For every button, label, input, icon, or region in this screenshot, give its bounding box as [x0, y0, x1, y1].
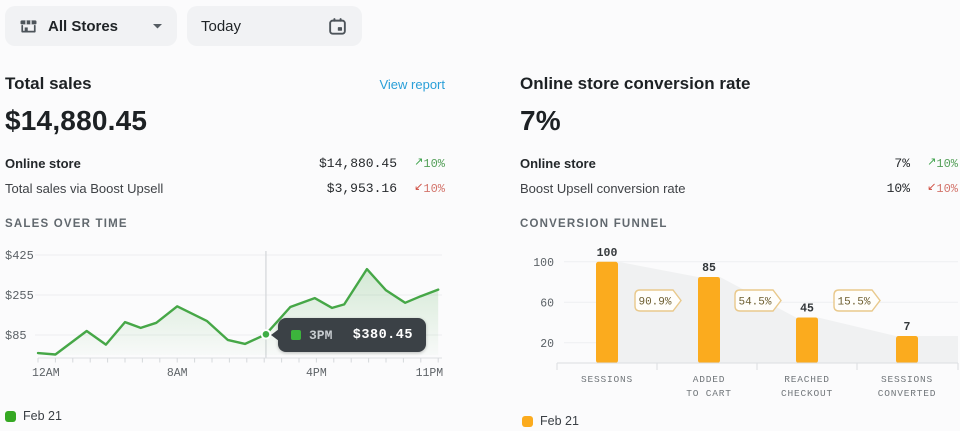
legend-label: Feb 21 — [540, 414, 579, 428]
legend-swatch-green — [5, 411, 16, 422]
metric-label: Total sales via Boost Upsell — [5, 181, 163, 196]
store-selector-label: All Stores — [48, 18, 118, 35]
conversion-funnel-heading: CONVERSION FUNNEL — [520, 218, 958, 230]
bar-value-label: 85 — [702, 262, 716, 275]
funnel-bar — [896, 336, 918, 363]
x-axis-category-label: ADDED — [693, 374, 726, 385]
x-axis-category-label: SESSIONS — [581, 374, 633, 385]
step-percentage-label: 90.9% — [638, 297, 671, 309]
funnel-legend: Feb 21 — [522, 414, 579, 428]
sales-over-time-heading: SALES OVER TIME — [5, 218, 445, 230]
sales-legend: Feb 21 — [5, 409, 62, 423]
total-sales-panel: Total sales View report $14,880.45 Onlin… — [5, 70, 445, 431]
date-range-label: Today — [201, 18, 241, 35]
y-axis-tick-label: $85 — [5, 329, 27, 343]
trend-up-icon: ↗ — [927, 155, 936, 168]
date-range-button[interactable]: Today — [187, 6, 362, 46]
y-axis-tick-label: $425 — [5, 249, 34, 263]
conversion-rate-panel: Online store conversion rate 7% Online s… — [520, 70, 958, 431]
metric-value: $14,880.45 — [319, 156, 397, 171]
view-report-link[interactable]: View report — [379, 77, 445, 92]
step-percentage-label: 54.5% — [738, 297, 771, 309]
tooltip-time: 3PM — [309, 328, 332, 343]
metric-label: Boost Upsell conversion rate — [520, 181, 685, 196]
delta-badge: ↙10% — [397, 182, 445, 196]
step-percentage-label: 15.5% — [837, 297, 870, 309]
trend-down-icon: ↙ — [927, 180, 936, 193]
x-axis-tick-label: 11PM — [416, 367, 444, 380]
bar-value-label: 7 — [904, 321, 911, 334]
metric-value: $3,953.16 — [327, 181, 397, 196]
metric-row-online-store-rate: Online store 7% ↗10% — [520, 151, 958, 176]
y-axis-tick-label: 60 — [540, 297, 554, 310]
conversion-funnel-chart[interactable]: 100 60 20 100 85 45 7 90.9% 54.5% 15.5% SESSIONS AD… — [520, 240, 960, 410]
sales-over-time-chart[interactable]: $425 $255 $85 12AM 8AM 4PM 11PM 3PM $380.45 — [5, 248, 445, 398]
funnel-bar — [698, 277, 720, 363]
legend-label: Feb 21 — [23, 409, 62, 423]
y-axis-tick-label: 100 — [533, 257, 554, 270]
metric-label: Online store — [5, 156, 81, 171]
top-toolbar: All Stores Today — [5, 6, 362, 46]
chevron-down-icon — [152, 23, 163, 30]
metric-row-boost-upsell: Total sales via Boost Upsell $3,953.16 ↙… — [5, 176, 445, 201]
total-sales-value: $14,880.45 — [5, 105, 445, 137]
trend-up-icon: ↗ — [414, 155, 423, 168]
tooltip-value: $380.45 — [353, 328, 413, 343]
metric-row-online-store: Online store $14,880.45 ↗10% — [5, 151, 445, 176]
funnel-bar — [596, 262, 618, 363]
bar-value-label: 45 — [800, 302, 814, 315]
chart-tooltip: 3PM $380.45 — [278, 318, 426, 352]
y-axis-tick-label: 20 — [540, 338, 554, 351]
bar-value-label: 100 — [597, 247, 618, 260]
storefront-icon — [19, 17, 38, 36]
calendar-icon — [327, 16, 348, 37]
metric-row-boost-upsell-rate: Boost Upsell conversion rate 10% ↙10% — [520, 176, 958, 201]
x-axis-tick-label: 8AM — [167, 367, 188, 380]
legend-swatch-orange — [522, 416, 533, 427]
delta-badge: ↗10% — [397, 157, 445, 171]
active-point-dot — [263, 331, 270, 338]
x-axis-category-label: REACHED — [784, 374, 830, 385]
x-axis-category-label: TO CART — [686, 388, 732, 399]
x-axis-tick-label: 4PM — [306, 367, 327, 380]
y-axis-tick-label: $255 — [5, 289, 34, 303]
funnel-bar — [796, 317, 818, 363]
x-axis-category-label: CHECKOUT — [781, 388, 833, 399]
metric-value: 10% — [887, 181, 910, 196]
x-axis-category-label: SESSIONS — [881, 374, 933, 385]
metric-label: Online store — [520, 156, 596, 171]
x-axis-tick-label: 12AM — [32, 367, 60, 380]
trend-down-icon: ↙ — [414, 180, 423, 193]
metric-value: 7% — [894, 156, 910, 171]
total-sales-title: Total sales — [5, 74, 92, 94]
store-selector-button[interactable]: All Stores — [5, 6, 177, 46]
delta-badge: ↗10% — [910, 157, 958, 171]
series-swatch — [291, 330, 301, 340]
conversion-rate-title: Online store conversion rate — [520, 74, 751, 94]
x-axis-category-label: CONVERTED — [878, 388, 937, 399]
delta-badge: ↙10% — [910, 182, 958, 196]
conversion-rate-value: 7% — [520, 105, 958, 137]
